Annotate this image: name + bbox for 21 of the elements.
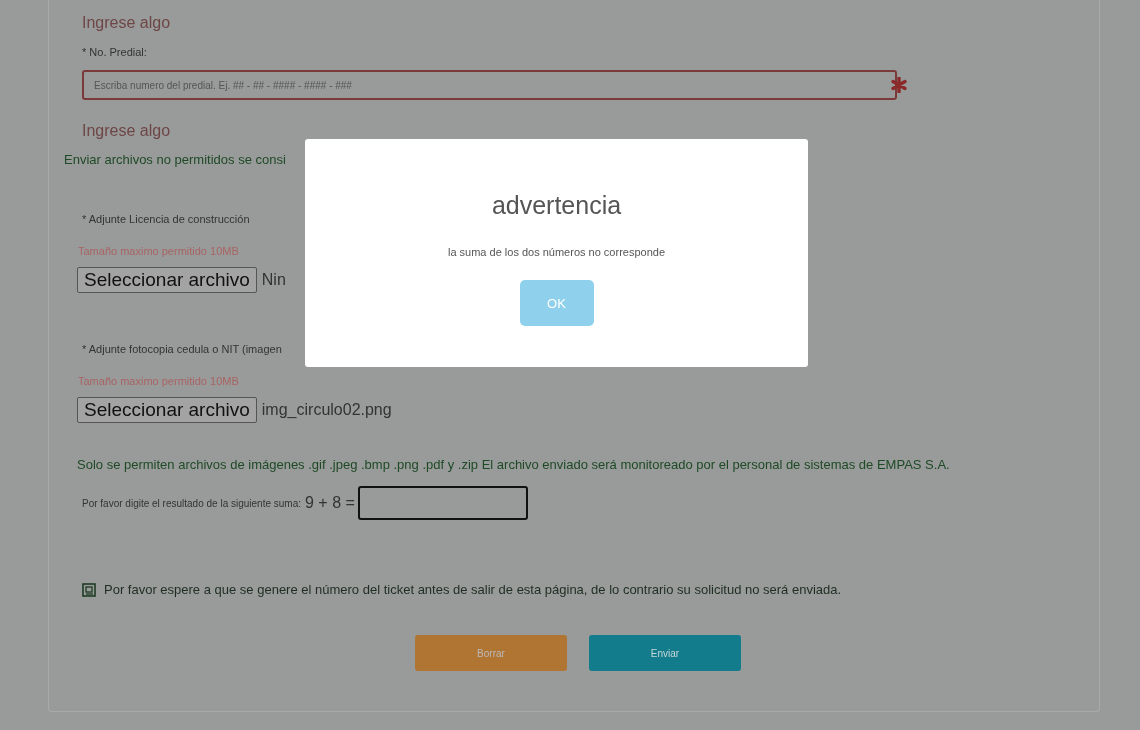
ticket-icon	[82, 582, 96, 597]
upload-label: * Adjunte fotocopia cedula o NIT (imagen	[82, 343, 282, 355]
select-file-button[interactable]: Seleccionar archivo	[77, 397, 257, 423]
error-message: Ingrese algo	[82, 122, 171, 140]
error-message: Ingrese algo	[82, 14, 171, 32]
ticket-note: Por favor espere a que se genere el número del ticket antes de salir de esta página, de lo contrario su solicitud no será enviada.	[104, 582, 842, 597]
select-file-button[interactable]: Seleccionar archivo	[77, 267, 257, 293]
dialog-message: la suma de los dos números no corresponde	[447, 246, 666, 258]
captcha-input-field[interactable]	[357, 486, 528, 520]
captcha-label: Por favor digite el resultado de la siguiente suma:	[82, 497, 301, 509]
file-name: img_circulo02.png	[261, 401, 392, 419]
upload-label: * Adjunte Licencia de construcción	[82, 213, 250, 225]
clear-button[interactable]: Borrar	[415, 635, 567, 671]
file-name: Nin	[261, 271, 286, 289]
allowed-files-note: Solo se permiten archivos de imágenes .gif .jpeg .bmp .png .pdf y .zip El archivo enviado será monitoreado por el personal de sistemas de EMPAS S.A.	[77, 457, 950, 472]
warning-notice: Enviar archivos no permitidos se consi	[64, 152, 286, 167]
captcha-expression: 9 + 8 =	[305, 494, 355, 512]
field-label: * No. Predial:	[82, 46, 147, 58]
predial-input-field[interactable]: Escriba numero del predial. Ej. ## - ## - #### - #### - ###	[82, 70, 897, 100]
submit-button[interactable]: Enviar	[589, 635, 741, 671]
dialog-title: advertencia	[491, 191, 622, 220]
